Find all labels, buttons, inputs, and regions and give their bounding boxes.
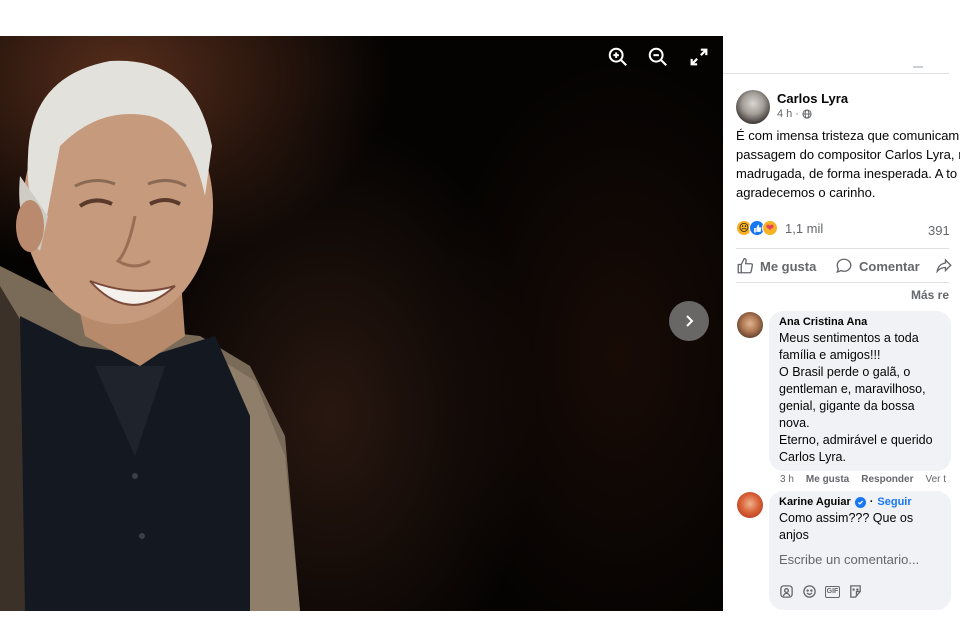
share-icon [936, 258, 952, 274]
like-button[interactable]: Me gusta [736, 257, 816, 275]
comment-actions: 3 h Me gusta Responder Ver t [780, 474, 946, 485]
post-text-line: madrugada, de forma inesperada. A to [736, 166, 958, 181]
comment-author-name[interactable]: Karine Aguiar [779, 496, 851, 508]
commenter-avatar[interactable] [737, 492, 763, 518]
comment-like-button[interactable]: Me gusta [806, 474, 849, 485]
zoom-in-icon[interactable] [607, 46, 629, 68]
reactions-summary[interactable]: ☹ ❤ 1,1 mil [736, 220, 823, 236]
comment-icon [836, 258, 852, 274]
author-avatar[interactable] [736, 90, 770, 124]
zoom-out-icon[interactable] [647, 46, 669, 68]
photo-viewer [0, 36, 723, 611]
comment-bubble: Ana Cristina Ana Meus sentimentos a toda… [769, 311, 951, 471]
gif-label: GIF [825, 585, 840, 598]
emoji-icon[interactable] [802, 584, 817, 599]
meta-separator: · [795, 108, 799, 120]
composer-tools: GIF [779, 584, 863, 599]
sticker-icon[interactable] [848, 584, 863, 599]
comment-input[interactable] [779, 552, 944, 567]
post-text-line: agradecemos o carinho. [736, 185, 876, 200]
commenter-avatar[interactable] [737, 312, 763, 338]
comment-label: Comentar [859, 258, 920, 274]
post-panel: Carlos Lyra 4 h · É com imensa tristeza … [723, 36, 960, 611]
comment-button[interactable]: Comentar [835, 257, 920, 275]
post-meta: 4 h · [777, 108, 812, 120]
like-label: Me gusta [760, 258, 817, 274]
portrait-photo [0, 60, 300, 611]
next-photo-button[interactable] [669, 301, 709, 341]
dot-separator: · [869, 496, 874, 508]
globe-icon [802, 109, 812, 119]
verified-badge-icon [854, 496, 866, 508]
comment-author[interactable]: Ana Cristina Ana [779, 316, 941, 328]
comment-time[interactable]: 3 h [780, 474, 794, 485]
divider [736, 248, 949, 249]
post-text-line: passagem do compositor Carlos Lyra, ı [736, 147, 960, 162]
share-button[interactable] [935, 257, 953, 275]
comment-more-link[interactable]: Ver t [925, 474, 946, 485]
post-text: É com imensa tristeza que comunicam pass… [736, 126, 960, 202]
thumbs-up-icon [737, 257, 754, 274]
comment-count[interactable]: 391 [928, 223, 950, 238]
chevron-right-icon [686, 315, 694, 327]
sticker-avatar-icon[interactable] [779, 584, 794, 599]
post-time[interactable]: 4 h [777, 108, 792, 120]
author-name[interactable]: Carlos Lyra [777, 91, 848, 106]
care-reaction-icon: ❤ [762, 220, 778, 236]
follow-button[interactable]: Seguir [877, 496, 911, 508]
panel-top-mark [913, 66, 923, 68]
comment-sort-button[interactable]: Más re [911, 288, 949, 302]
gif-icon[interactable]: GIF [825, 584, 840, 599]
reaction-count: 1,1 mil [785, 220, 824, 236]
comment-reply-button[interactable]: Responder [861, 474, 913, 485]
comment-composer: GIF [769, 544, 951, 610]
comment-text: Meus sentimentos a toda família e amigos… [779, 331, 933, 464]
divider [723, 73, 949, 74]
fullscreen-icon[interactable] [688, 46, 710, 68]
post-text-line: É com imensa tristeza que comunicam [736, 128, 960, 143]
divider [736, 282, 949, 283]
comment-author: Karine Aguiar · Seguir [779, 496, 941, 508]
